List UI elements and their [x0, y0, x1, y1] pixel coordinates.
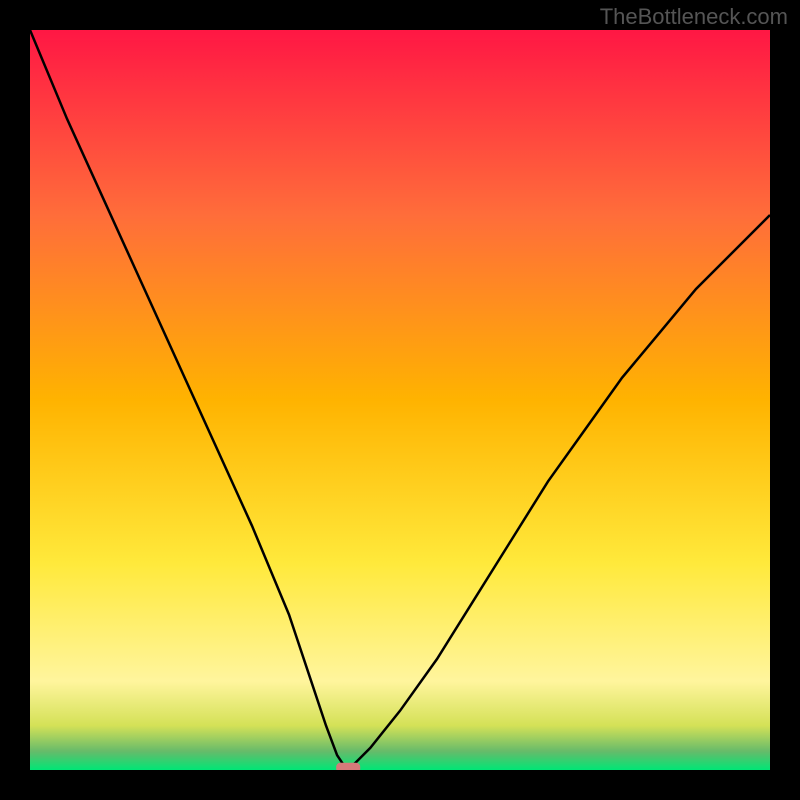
chart-container: TheBottleneck.com — [0, 0, 800, 800]
gradient-background — [30, 30, 770, 770]
target-marker — [336, 763, 360, 770]
plot-area — [30, 30, 770, 770]
chart-svg — [30, 30, 770, 770]
watermark-text: TheBottleneck.com — [600, 4, 788, 30]
